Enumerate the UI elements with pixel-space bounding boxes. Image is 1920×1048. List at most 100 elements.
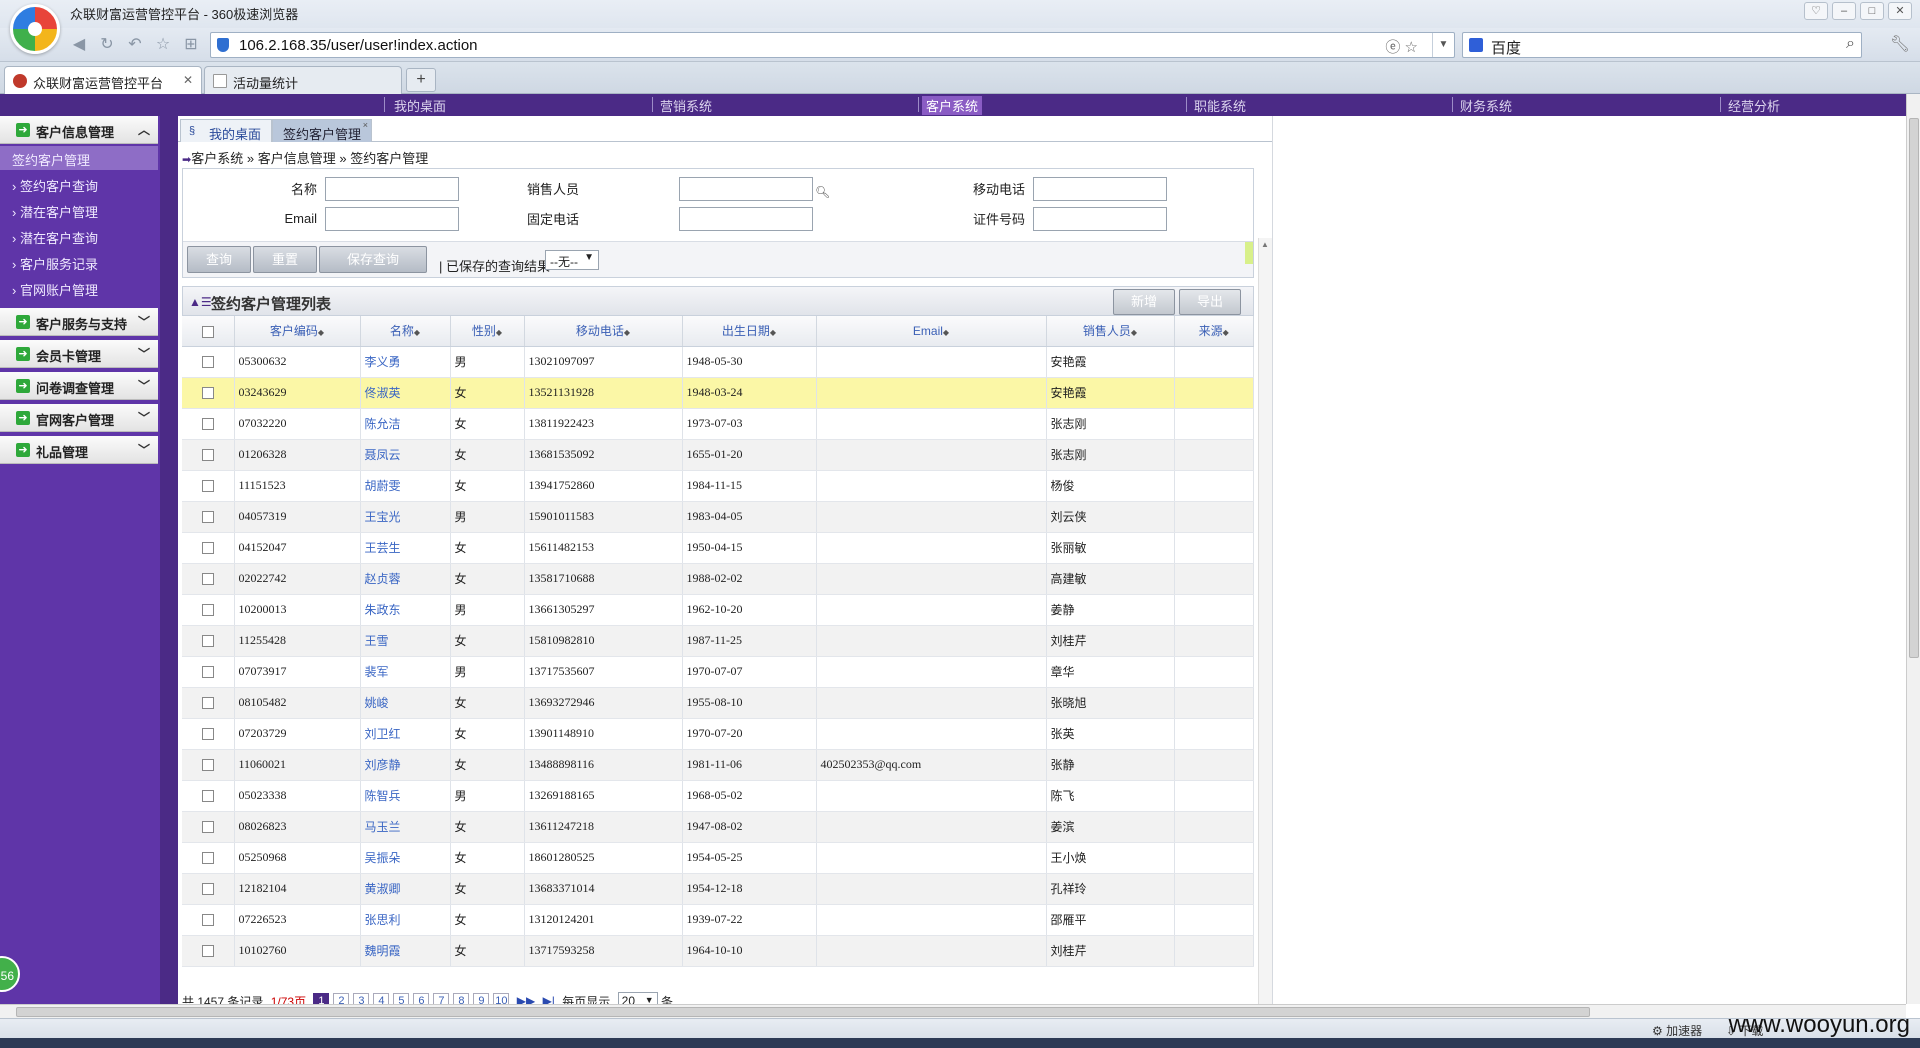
address-dropdown-icon[interactable]: ▼	[1432, 33, 1454, 57]
row-checkbox[interactable]	[201, 604, 214, 617]
email-input[interactable]	[325, 207, 459, 231]
row-checkbox[interactable]	[201, 852, 214, 865]
tab-my-desktop[interactable]: § 我的桌面	[180, 119, 273, 142]
table-row[interactable]: 04057319 王宝光男 15901011583 1983-04-05 刘云侠	[182, 501, 1254, 533]
row-checkbox[interactable]	[201, 511, 214, 524]
page-number-button[interactable]: 5	[393, 993, 410, 1004]
row-checkbox-cell[interactable]	[182, 408, 235, 440]
cell-name[interactable]: 李义勇	[360, 346, 451, 378]
sidebar-group-membership[interactable]: ➜ 会员卡管理 ﹀	[0, 340, 158, 368]
sidebar-group-gift[interactable]: ➜ 礼品管理 ﹀	[0, 436, 158, 464]
sidebar-group-customer-info[interactable]: ➜ 客户信息管理 ︿	[0, 116, 158, 144]
mobile-input[interactable]	[1033, 177, 1167, 201]
query-button[interactable]: 查询	[187, 246, 251, 273]
row-checkbox[interactable]	[201, 635, 214, 648]
sidebar-group-web-customer[interactable]: ➜ 官网客户管理 ﹀	[0, 404, 158, 432]
floating-badge[interactable]: 56	[0, 956, 20, 992]
cell-name[interactable]: 裴军	[360, 656, 451, 688]
row-checkbox-cell[interactable]	[182, 439, 235, 471]
page-number-button[interactable]: 2	[333, 993, 350, 1004]
table-row[interactable]: 12182104 黄淑卿女 13683371014 1954-12-18 孔祥玲	[182, 873, 1254, 905]
sidebar-item-web-account[interactable]: › 官网账户管理	[0, 276, 158, 300]
cell-name[interactable]: 刘彦静	[360, 749, 451, 781]
search-icon[interactable]: ⌕	[1846, 35, 1855, 53]
row-checkbox-cell[interactable]	[182, 470, 235, 502]
table-row[interactable]: 04152047 王芸生女 15611482153 1950-04-15 张丽敏	[182, 532, 1254, 564]
row-checkbox-cell[interactable]	[182, 346, 235, 378]
browser-logo-icon[interactable]	[10, 4, 60, 54]
sidebar-group-service[interactable]: ➜ 客户服务与支持 ﹀	[0, 308, 158, 336]
landline-input[interactable]	[679, 207, 813, 231]
menu-desktop[interactable]: 我的桌面	[394, 96, 446, 115]
scrollbar-thumb[interactable]	[1909, 118, 1919, 658]
scroll-up-icon[interactable]: ▲	[1261, 240, 1269, 249]
tab-close-icon[interactable]: ×	[363, 120, 368, 130]
browser-search-box[interactable]: 百度 ⌕	[1462, 32, 1862, 58]
row-checkbox[interactable]	[201, 821, 214, 834]
menu-customer[interactable]: 客户系统	[922, 96, 983, 115]
reset-button[interactable]: 重置	[253, 246, 317, 273]
col-header-mobile[interactable]: 移动电话◆	[524, 316, 683, 347]
compat-mode-icon[interactable]: ⓔ	[1385, 39, 1400, 56]
browser-tab-active[interactable]: 众联财富运营管控平台 ✕	[4, 66, 202, 95]
cell-name[interactable]: 陈允洁	[360, 408, 451, 440]
save-query-button[interactable]: 保存查询	[319, 246, 427, 273]
skin-icon[interactable]: ♡	[1804, 2, 1828, 20]
baidu-icon[interactable]	[1469, 38, 1483, 52]
menu-finance[interactable]: 财务系统	[1460, 96, 1512, 115]
row-checkbox[interactable]	[201, 356, 214, 369]
tools-wrench-icon[interactable]: 🔧︎	[1890, 34, 1910, 54]
page-number-button[interactable]: 8	[453, 993, 470, 1004]
col-header-name[interactable]: 名称◆	[360, 316, 451, 347]
row-checkbox-cell[interactable]	[182, 873, 235, 905]
table-row[interactable]: 10200013 朱政东男 13661305297 1962-10-20 姜静	[182, 594, 1254, 626]
magnifier-icon[interactable]: 🔍︎	[815, 185, 830, 199]
cell-name[interactable]: 胡蔚雯	[360, 470, 451, 502]
name-input[interactable]	[325, 177, 459, 201]
col-header-source[interactable]: 来源◆	[1174, 316, 1254, 347]
cell-name[interactable]: 王宝光	[360, 501, 451, 533]
maximize-button[interactable]: □	[1860, 2, 1884, 20]
salesperson-input[interactable]	[679, 177, 813, 201]
row-checkbox-cell[interactable]	[182, 904, 235, 936]
table-row[interactable]: 07032220 陈允洁女 13811922423 1973-07-03 张志刚	[182, 408, 1254, 440]
add-button[interactable]: 新增	[1113, 289, 1175, 315]
table-row[interactable]: 07226523 张思利女 13120124201 1939-07-22 邵雁平	[182, 904, 1254, 936]
url-text[interactable]: 106.2.168.35/user/user!index.action	[239, 37, 478, 54]
cell-name[interactable]: 陈智兵	[360, 780, 451, 812]
cell-name[interactable]: 魏明霞	[360, 935, 451, 967]
col-header-salesperson[interactable]: 销售人员◆	[1046, 316, 1175, 347]
sidebar-item-signed-query[interactable]: › 签约客户查询	[0, 172, 158, 196]
table-row[interactable]: 08105482 姚峻女 13693272946 1955-08-10 张晓旭	[182, 687, 1254, 719]
cell-name[interactable]: 吴振朵	[360, 842, 451, 874]
page-vertical-scrollbar[interactable]	[1906, 94, 1920, 1004]
table-row[interactable]: 02022742 赵贞蓉女 13581710688 1988-02-02 高建敏	[182, 563, 1254, 595]
page-number-button[interactable]: 10	[493, 993, 510, 1004]
scrollbar-thumb[interactable]	[16, 1007, 1590, 1017]
col-header-code[interactable]: 客户编码◆	[234, 316, 361, 347]
row-checkbox[interactable]	[201, 666, 214, 679]
undo-icon[interactable]: ↶	[124, 34, 146, 56]
row-checkbox-cell[interactable]	[182, 780, 235, 812]
breadcrumb-item[interactable]: 客户系统	[191, 151, 243, 166]
col-header-email[interactable]: Email◆	[816, 316, 1047, 347]
content-scrollbar[interactable]: ▲	[1258, 238, 1272, 1004]
bookmark-star-icon[interactable]: ☆	[1405, 39, 1418, 56]
page-number-button[interactable]: 7	[433, 993, 450, 1004]
sidebar-splitter[interactable]	[160, 116, 178, 1004]
sidebar-item-signed-manage[interactable]: 签约客户管理	[0, 146, 158, 170]
row-checkbox-cell[interactable]	[182, 532, 235, 564]
row-checkbox-cell[interactable]	[182, 594, 235, 626]
last-page-icon[interactable]: ▶|	[543, 994, 555, 1004]
row-checkbox[interactable]	[201, 387, 214, 400]
favorite-star-icon[interactable]: ☆	[152, 34, 174, 56]
saved-query-select[interactable]: --无-- ▼	[545, 250, 599, 270]
col-header-birthday[interactable]: 出生日期◆	[682, 316, 817, 347]
row-checkbox-cell[interactable]	[182, 563, 235, 595]
close-button[interactable]: ✕	[1888, 2, 1912, 20]
table-row[interactable]: 03243629 佟淑英女 13521131928 1948-03-24 安艳霞	[182, 377, 1254, 409]
menu-analysis[interactable]: 经营分析	[1728, 96, 1780, 115]
row-checkbox[interactable]	[201, 480, 214, 493]
tab-close-icon[interactable]: ✕	[183, 73, 193, 87]
cell-name[interactable]: 张思利	[360, 904, 451, 936]
